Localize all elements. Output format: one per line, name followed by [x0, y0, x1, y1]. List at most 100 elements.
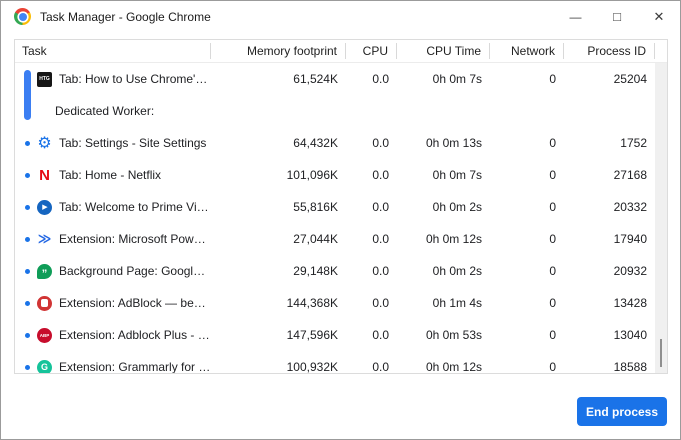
network-cell: 0 — [490, 351, 564, 374]
memory-cell: 101,096K — [211, 159, 346, 191]
end-process-button[interactable]: End process — [577, 397, 667, 426]
task-name: Extension: Adblock Plus - fre... — [59, 328, 211, 342]
adblock-plus-icon: ABP — [37, 328, 52, 343]
cpu-time-cell: 0h 0m 53s — [397, 319, 490, 351]
memory-cell: 144,368K — [211, 287, 346, 319]
scrollbar-thumb[interactable] — [660, 339, 662, 367]
task-column: N Tab: Home - Netflix — [33, 159, 161, 191]
cpu-time-cell: 0h 0m 7s — [397, 63, 490, 95]
activity-dot — [25, 365, 30, 370]
cpu-time-cell: 0h 0m 13s — [397, 127, 490, 159]
column-header-task[interactable]: Task — [15, 43, 211, 59]
cpu-time-cell: 0h 0m 2s — [397, 191, 490, 223]
activity-dot — [25, 237, 30, 242]
task-column: ▶ Tab: Welcome to Prime Video — [33, 191, 211, 223]
task-column: Extension: AdBlock — best a... — [33, 287, 211, 319]
selection-bar — [24, 70, 31, 120]
task-name: Tab: Settings - Site Settings — [59, 136, 206, 150]
task-name: Extension: Grammarly for Ch... — [59, 360, 211, 374]
task-name: Tab: Welcome to Prime Video — [59, 200, 211, 214]
window-title: Task Manager - Google Chrome — [40, 10, 211, 24]
grammarly-icon: G — [37, 360, 52, 375]
task-line: ABP Extension: Adblock Plus - fre... — [33, 319, 211, 351]
activity-dot — [25, 141, 30, 146]
task-column: ≫ Extension: Microsoft Power... — [33, 223, 211, 255]
task-column: ” Background Page: Google H... — [33, 255, 211, 287]
pid-cell: 25204 — [564, 63, 655, 95]
task-cell: G Extension: Grammarly for Ch... — [15, 351, 211, 374]
netflix-icon: N — [37, 168, 52, 183]
network-cell: 0 — [490, 159, 564, 191]
table-row[interactable]: ABP Extension: Adblock Plus - fre... 147… — [15, 319, 667, 351]
row-lead — [21, 191, 33, 223]
table-row[interactable]: ▶ Tab: Welcome to Prime Video 55,816K 0.… — [15, 191, 667, 223]
task-cell: ” Background Page: Google H... — [15, 255, 211, 287]
table-row[interactable]: ≫ Extension: Microsoft Power... 27,044K … — [15, 223, 667, 255]
subtask-name: Dedicated Worker: — [55, 104, 154, 118]
task-cell: Extension: AdBlock — best a... — [15, 287, 211, 319]
task-cell: ABP Extension: Adblock Plus - fre... — [15, 319, 211, 351]
column-header-network[interactable]: Network — [490, 43, 564, 59]
window-controls: — □ ✕ — [554, 1, 680, 32]
task-line: ▶ Tab: Welcome to Prime Video — [33, 191, 211, 223]
column-header-cpu-time[interactable]: CPU Time — [397, 43, 490, 59]
row-lead — [21, 223, 33, 255]
network-cell: 0 — [490, 63, 564, 95]
activity-dot — [25, 205, 30, 210]
prime-video-icon: ▶ — [37, 200, 52, 215]
minimize-button[interactable]: — — [554, 1, 596, 32]
task-cell: ⚙ Tab: Settings - Site Settings — [15, 127, 211, 159]
task-cell: HTG Tab: How to Use Chrome's B... Dedica… — [15, 63, 211, 127]
hangouts-icon: ” — [37, 264, 52, 279]
network-cell: 0 — [490, 127, 564, 159]
cpu-cell: 0.0 — [346, 191, 397, 223]
task-column: G Extension: Grammarly for Ch... — [33, 351, 211, 374]
column-header-cpu[interactable]: CPU — [346, 43, 397, 59]
cpu-time-cell: 0h 1m 4s — [397, 287, 490, 319]
table-row[interactable]: HTG Tab: How to Use Chrome's B... Dedica… — [15, 63, 667, 127]
task-line: ≫ Extension: Microsoft Power... — [33, 223, 211, 255]
table-row[interactable]: G Extension: Grammarly for Ch... 100,932… — [15, 351, 667, 374]
cpu-cell: 0.0 — [346, 255, 397, 287]
pid-cell: 20332 — [564, 191, 655, 223]
row-lead — [21, 127, 33, 159]
close-button[interactable]: ✕ — [638, 1, 680, 32]
memory-cell: 27,044K — [211, 223, 346, 255]
task-name: Extension: AdBlock — best a... — [59, 296, 211, 310]
cpu-time-cell: 0h 0m 2s — [397, 255, 490, 287]
task-column: ⚙ Tab: Settings - Site Settings — [33, 127, 206, 159]
column-header-memory[interactable]: Memory footprint — [211, 43, 346, 59]
memory-cell: 147,596K — [211, 319, 346, 351]
task-line: ” Background Page: Google H... — [33, 255, 211, 287]
htg-icon: HTG — [37, 72, 52, 87]
task-cell: ≫ Extension: Microsoft Power... — [15, 223, 211, 255]
task-column: ABP Extension: Adblock Plus - fre... — [33, 319, 211, 351]
activity-dot — [25, 173, 30, 178]
column-header-process-id[interactable]: Process ID — [564, 43, 655, 59]
activity-dot — [25, 333, 30, 338]
table-row[interactable]: ⚙ Tab: Settings - Site Settings 64,432K … — [15, 127, 667, 159]
pid-cell: 1752 — [564, 127, 655, 159]
vertical-scrollbar[interactable] — [655, 63, 667, 374]
activity-dot — [25, 301, 30, 306]
row-lead — [21, 63, 33, 127]
memory-cell: 100,932K — [211, 351, 346, 374]
network-cell: 0 — [490, 255, 564, 287]
network-cell: 0 — [490, 223, 564, 255]
table-row[interactable]: ” Background Page: Google H... 29,148K 0… — [15, 255, 667, 287]
task-cell: ▶ Tab: Welcome to Prime Video — [15, 191, 211, 223]
task-line: ⚙ Tab: Settings - Site Settings — [33, 127, 206, 159]
settings-gear-icon: ⚙ — [37, 136, 52, 151]
pid-cell: 27168 — [564, 159, 655, 191]
table-row[interactable]: Extension: AdBlock — best a... 144,368K … — [15, 287, 667, 319]
table-row[interactable]: N Tab: Home - Netflix 101,096K 0.0 0h 0m… — [15, 159, 667, 191]
row-lead — [21, 319, 33, 351]
row-lead — [21, 287, 33, 319]
cpu-cell: 0.0 — [346, 223, 397, 255]
process-table: Task Memory footprint CPU CPU Time Netwo… — [14, 39, 668, 374]
header-gutter — [655, 43, 667, 59]
power-automate-icon: ≫ — [37, 232, 52, 247]
memory-cell: 64,432K — [211, 127, 346, 159]
task-name: Background Page: Google H... — [59, 264, 211, 278]
maximize-button[interactable]: □ — [596, 1, 638, 32]
